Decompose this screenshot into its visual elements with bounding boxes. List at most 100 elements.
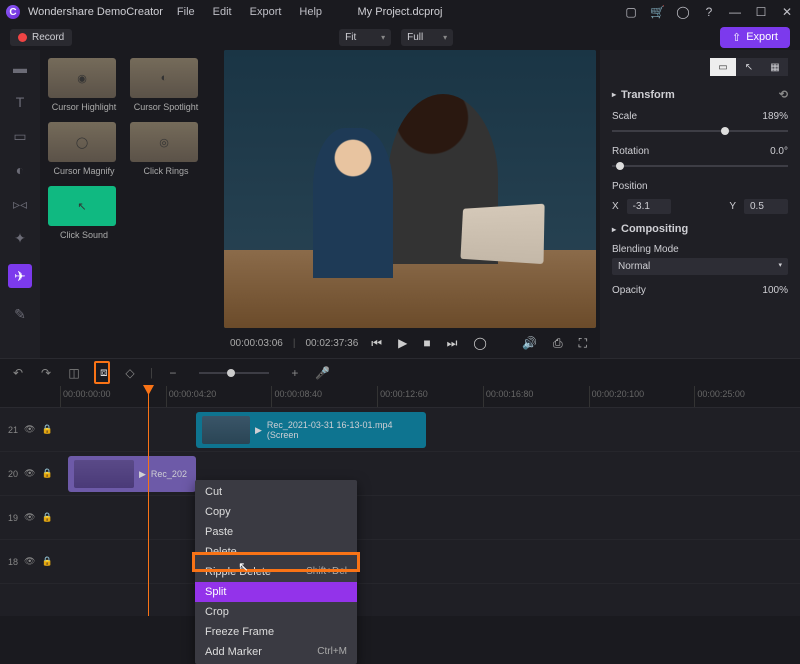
reset-transform-icon[interactable]: ⟲ <box>779 88 788 101</box>
zoom-slider[interactable] <box>199 372 269 374</box>
minimize-icon[interactable]: — <box>728 5 742 19</box>
total-time: 00:02:37:36 <box>305 338 358 349</box>
folder-icon[interactable]: ▬ <box>11 60 29 76</box>
tab-cursor[interactable]: ↖ <box>736 58 762 76</box>
next-frame-icon[interactable]: ⏭ <box>444 336 461 351</box>
section-compositing[interactable]: Compositing <box>612 217 788 241</box>
ctx-cut[interactable]: Cut <box>195 482 357 502</box>
lock-icon[interactable]: 🔒 <box>41 512 52 523</box>
app-logo: C <box>6 5 20 19</box>
tab-display[interactable]: ▭ <box>710 58 736 76</box>
menu-file[interactable]: File <box>177 6 195 18</box>
clip-webcam-recording[interactable]: ▶ Rec_202 <box>68 456 196 492</box>
ctx-delete[interactable]: Delete <box>195 542 357 562</box>
cursor-effects-icon[interactable]: ✈ <box>8 264 32 288</box>
rotation-slider[interactable] <box>612 165 788 167</box>
menu-bar: File Edit Export Help <box>177 6 322 18</box>
ctx-copy[interactable]: Copy <box>195 502 357 522</box>
section-transform[interactable]: Transform ⟲ <box>612 82 788 107</box>
blend-mode-select[interactable]: Normal <box>612 258 788 275</box>
zoom-out-icon[interactable]: − <box>165 366 181 380</box>
playhead[interactable] <box>148 386 149 616</box>
ctx-add-marker[interactable]: Add MarkerCtrl+M <box>195 642 357 662</box>
help-icon[interactable]: ? <box>702 5 716 19</box>
pos-y-input[interactable]: 0.5 <box>744 199 788 214</box>
ctx-crop[interactable]: Crop <box>195 602 357 622</box>
redo-icon[interactable]: ↷ <box>38 366 54 380</box>
menu-help[interactable]: Help <box>299 6 322 18</box>
opacity-value: 100% <box>762 285 788 296</box>
visibility-icon[interactable]: 👁 <box>24 556 35 567</box>
lock-icon[interactable]: 🔒 <box>41 468 52 479</box>
visibility-icon[interactable]: 👁 <box>24 468 35 479</box>
split-button[interactable]: ⧈ <box>94 361 110 384</box>
effect-cursor-magnify[interactable]: ◯ Cursor Magnify <box>48 122 120 176</box>
clip-screen-recording[interactable]: ▶ Rec_2021-03-31 16-13-01.mp4 (Screen <box>196 412 426 448</box>
track-21[interactable]: 21 👁 🔒 ▶ Rec_2021-03-31 16-13-01.mp4 (Sc… <box>0 408 800 452</box>
visibility-icon[interactable]: 👁 <box>24 424 35 435</box>
menu-edit[interactable]: Edit <box>213 6 232 18</box>
prev-frame-icon[interactable]: ⏮ <box>368 336 385 351</box>
marker-icon[interactable]: ◇ <box>122 366 138 380</box>
scale-value: 189% <box>762 111 788 122</box>
ctx-ripple-delete[interactable]: Ripple DeleteShift+Del <box>195 562 357 582</box>
timeline-ruler[interactable]: 00:00:00:00 00:00:04:20 00:00:08:40 00:0… <box>0 386 800 408</box>
clip-label: Rec_202 <box>151 469 187 479</box>
record-label: Record <box>32 32 64 43</box>
clip-label: Rec_2021-03-31 16-13-01.mp4 (Screen <box>267 420 420 440</box>
track-19[interactable]: 19 👁 🔒 <box>0 496 800 540</box>
transition-icon[interactable]: ▹◃ <box>11 196 29 212</box>
toolbar: Record Fit Full ⇧ Export <box>0 24 800 50</box>
maximize-icon[interactable]: ☐ <box>754 5 768 19</box>
mic-icon[interactable]: 🎤 <box>315 366 331 380</box>
snapshot-icon[interactable]: ⎙ <box>550 336 566 351</box>
stop-icon[interactable]: ■ <box>420 336 433 350</box>
lock-icon[interactable]: 🔒 <box>41 556 52 567</box>
user-icon[interactable]: ◯ <box>676 5 690 19</box>
lock-icon[interactable]: 🔒 <box>41 424 52 435</box>
record-preview-icon[interactable]: ◯ <box>470 336 489 350</box>
window-controls: ▢ 🛒 ◯ ? — ☐ ✕ <box>624 5 794 19</box>
ctx-split[interactable]: Split <box>195 582 357 602</box>
tab-template[interactable]: ▦ <box>762 58 788 76</box>
pos-x-label: X <box>612 201 619 212</box>
effect-click-rings[interactable]: ◎ Click Rings <box>130 122 202 176</box>
fullscreen-icon[interactable]: ⛶ <box>576 336 590 351</box>
preview-viewport[interactable] <box>224 50 596 328</box>
scale-slider[interactable] <box>612 130 788 132</box>
text-icon[interactable]: T <box>11 94 29 110</box>
close-icon[interactable]: ✕ <box>780 5 794 19</box>
export-button[interactable]: ⇧ Export <box>720 27 790 48</box>
ctx-freeze-frame[interactable]: Freeze Frame <box>195 622 357 642</box>
context-menu: Cut Copy Paste Delete Ripple DeleteShift… <box>195 480 357 664</box>
properties-panel: ▭ ↖ ▦ Transform ⟲ Scale 189% Rotation 0.… <box>600 50 800 358</box>
cart-icon[interactable]: 🛒 <box>650 5 664 19</box>
blend-label: Blending Mode <box>612 241 788 258</box>
effect-cursor-spotlight[interactable]: ◐ Cursor Spotlight <box>130 58 202 112</box>
preview-panel: 00:00:03:06 | 00:02:37:36 ⏮ ▶ ■ ⏭ ◯ 🔊 ⎙ … <box>220 50 600 358</box>
ctx-paste[interactable]: Paste <box>195 522 357 542</box>
track-18[interactable]: 18 👁 🔒 <box>0 540 800 584</box>
pos-y-label: Y <box>729 201 736 212</box>
undo-icon[interactable]: ↶ <box>10 366 26 380</box>
zoom-in-icon[interactable]: + <box>287 366 303 380</box>
pos-x-input[interactable]: -3.1 <box>627 199 671 214</box>
volume-icon[interactable]: 🔊 <box>519 336 540 350</box>
inbox-icon[interactable]: ▢ <box>624 5 638 19</box>
full-dropdown[interactable]: Full <box>401 29 453 46</box>
track-20[interactable]: 20 👁 🔒 ▶ Rec_202 <box>0 452 800 496</box>
caption-icon[interactable]: ▭ <box>11 128 29 144</box>
crop-icon[interactable]: ◫ <box>66 366 82 380</box>
record-button[interactable]: Record <box>10 29 72 46</box>
rotation-value: 0.0° <box>770 146 788 157</box>
position-label: Position <box>612 181 648 192</box>
play-icon[interactable]: ▶ <box>395 336 410 350</box>
visibility-icon[interactable]: 👁 <box>24 512 35 523</box>
effect-cursor-highlight[interactable]: ◉ Cursor Highlight <box>48 58 120 112</box>
brush-icon[interactable]: ✎ <box>11 306 29 322</box>
fit-dropdown[interactable]: Fit <box>339 29 391 46</box>
effects-icon[interactable]: ✦ <box>11 230 29 246</box>
audio-icon[interactable]: ◐ <box>11 162 29 178</box>
menu-export[interactable]: Export <box>250 6 282 18</box>
effect-click-sound[interactable]: ↖ Click Sound <box>48 186 120 240</box>
